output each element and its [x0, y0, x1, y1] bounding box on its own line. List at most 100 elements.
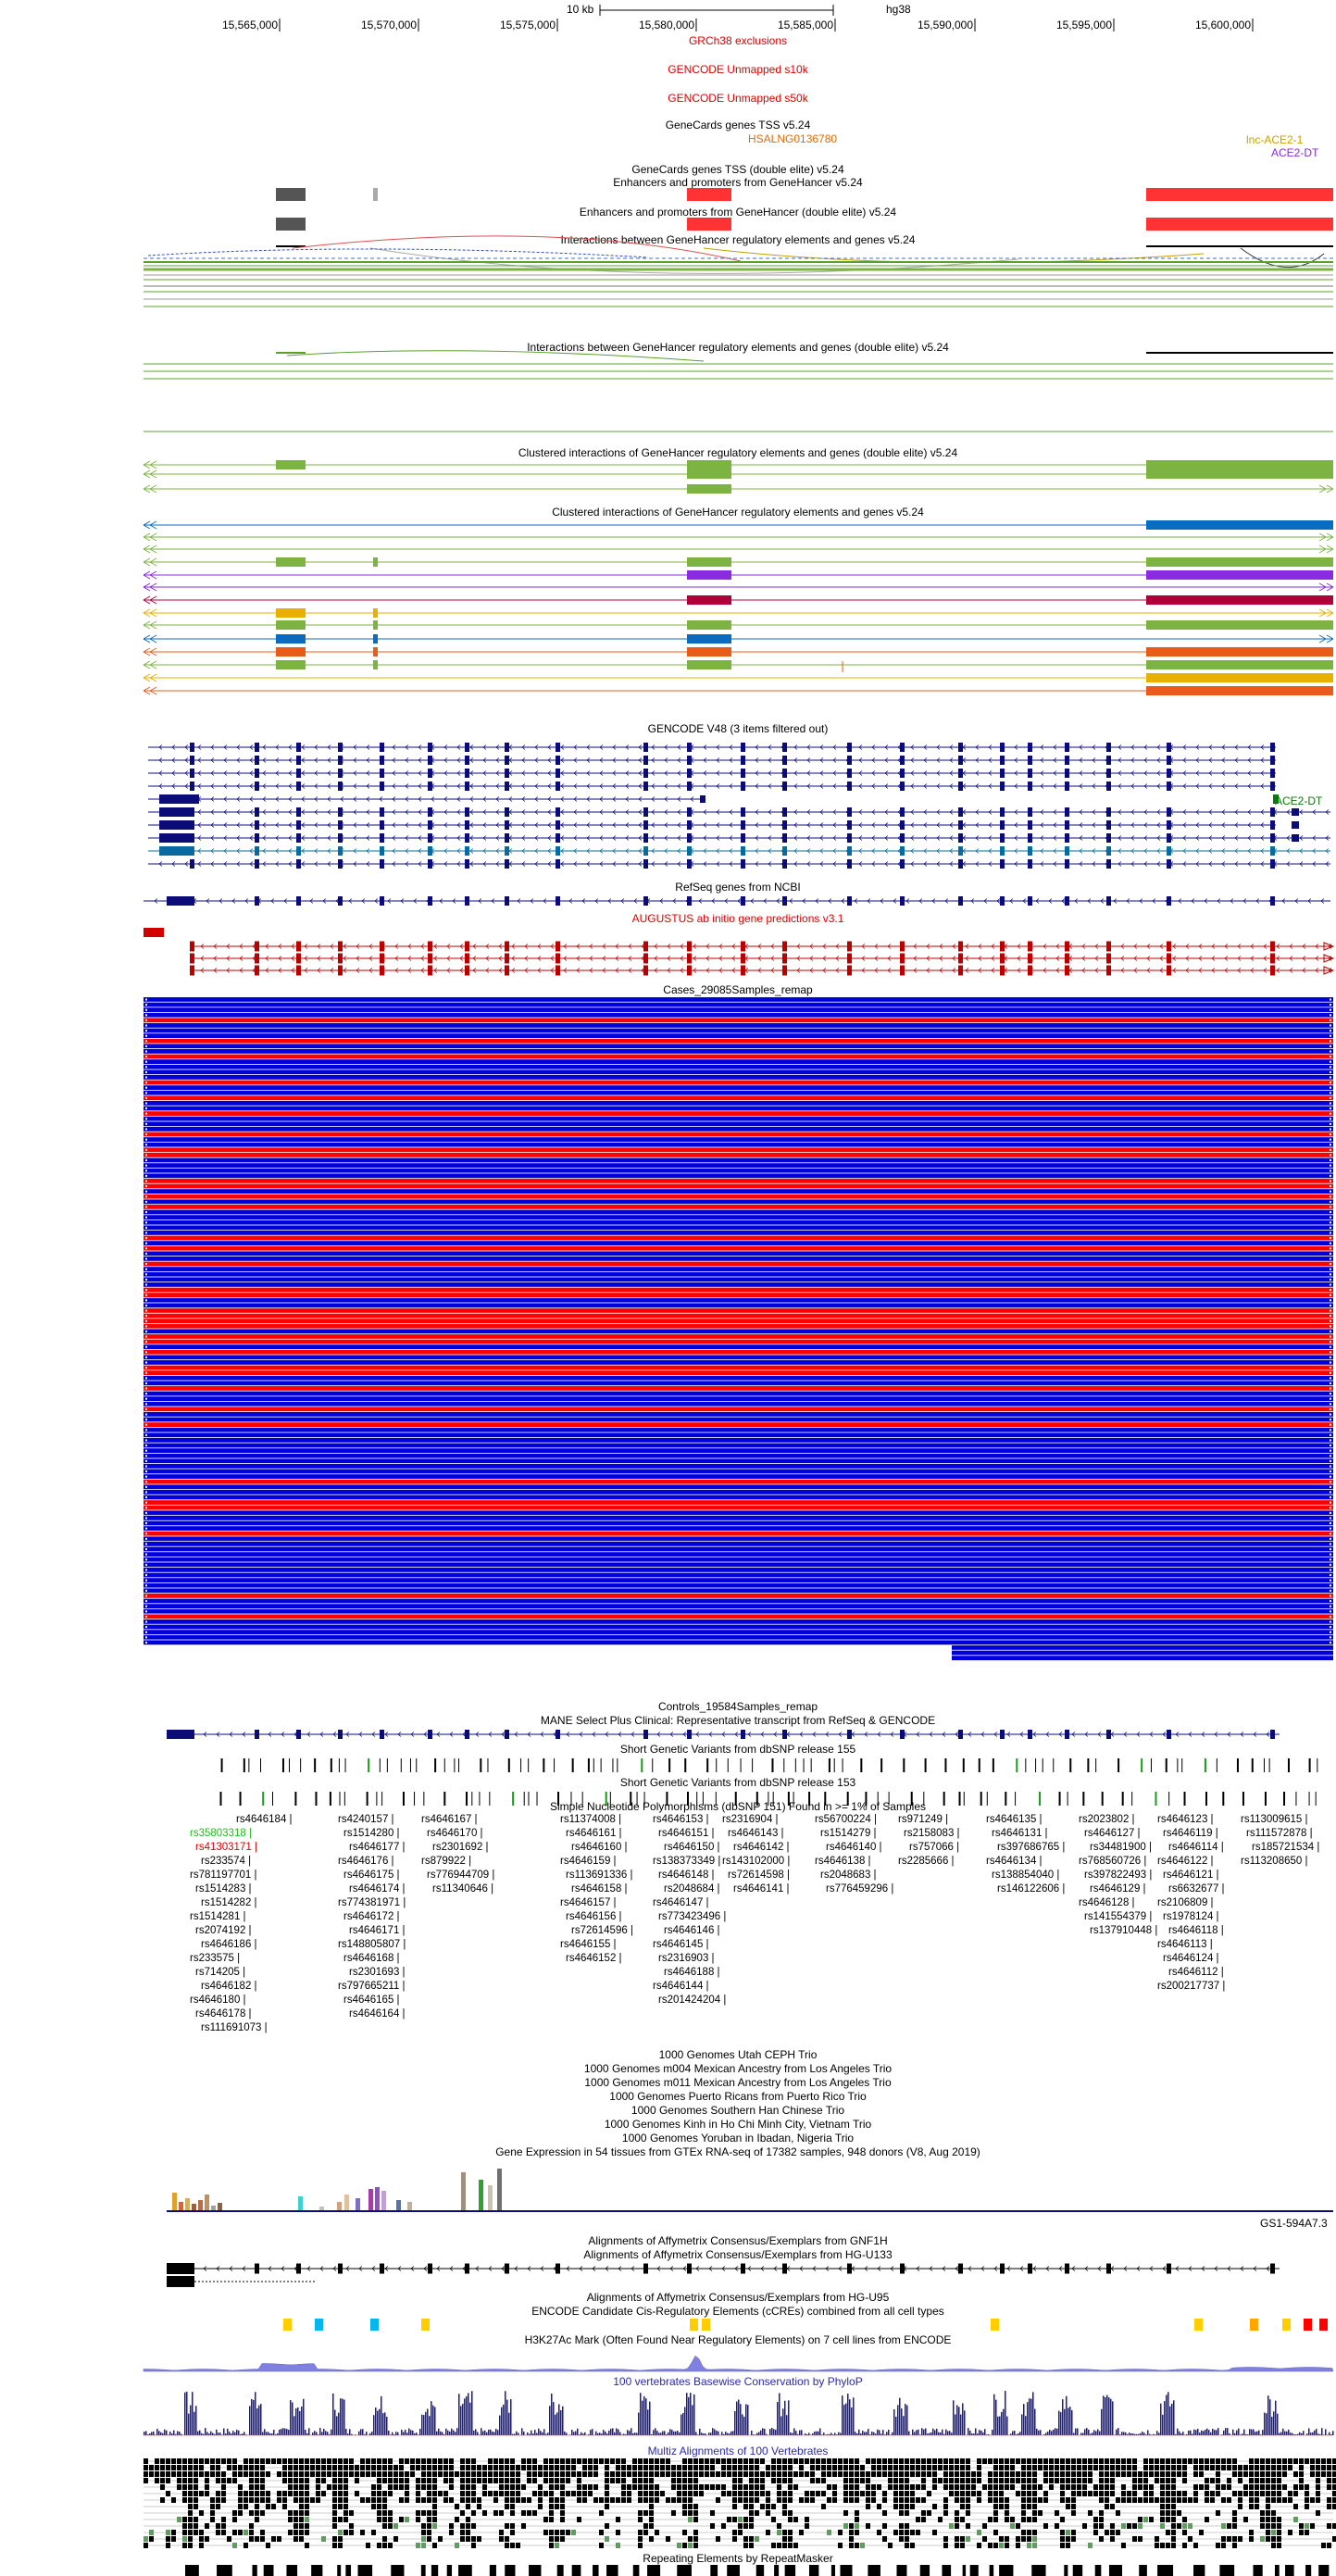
snp-label[interactable]: rs4646182 |: [201, 1980, 268, 1994]
repeatmasker-elements[interactable]: [0, 2565, 1336, 2576]
snp-label[interactable]: rs773423496 |: [658, 1910, 726, 1924]
genehancer-tracks[interactable]: [0, 181, 1336, 459]
h3k27ac-signal[interactable]: [0, 2347, 1336, 2373]
gencode-transcripts[interactable]: [0, 736, 1336, 877]
track-title-mane[interactable]: MANE Select Plus Clinical: Representativ…: [541, 1714, 935, 1727]
snp-label[interactable]: rs4646128 |: [1079, 1896, 1157, 1910]
snp-label[interactable]: rs1514282 |: [201, 1896, 268, 1910]
snp-label[interactable]: rs4646170 |: [427, 1827, 494, 1841]
encode-ccre-elements[interactable]: [0, 2318, 1336, 2332]
dbsnp155-variants[interactable]: [0, 1757, 1336, 1775]
snp-label[interactable]: rs776944709 |: [427, 1869, 494, 1882]
snp-label[interactable]: rs4646178 |: [195, 2007, 268, 2021]
gtex-expression-bars[interactable]: [0, 2159, 1336, 2213]
track-title-gencode-unmapped-10k[interactable]: GENCODE Unmapped s10k: [668, 63, 807, 76]
snp-label[interactable]: rs1514281 |: [190, 1910, 268, 1924]
track-title-augustus[interactable]: AUGUSTUS ab initio gene predictions v3.1: [632, 912, 844, 925]
snp-label[interactable]: rs4646168 |: [343, 1952, 406, 1966]
snp-label[interactable]: rs4646161 |: [566, 1827, 633, 1841]
snp-label[interactable]: rs4646175 |: [343, 1869, 406, 1882]
snp-label[interactable]: rs879922 |: [421, 1855, 494, 1869]
snp-label[interactable]: rs4646180 |: [190, 1994, 268, 2007]
track-title-controls[interactable]: Controls_19584Samples_remap: [658, 1700, 818, 1713]
snp-label[interactable]: rs1514279 |: [820, 1827, 893, 1841]
snp-label[interactable]: rs4646148 |: [658, 1869, 726, 1882]
snp-label[interactable]: rs2301693 |: [349, 1966, 406, 1980]
snp-label[interactable]: rs137910448 |: [1090, 1924, 1157, 1938]
track-title-h3k27ac[interactable]: H3K27Ac Mark (Often Found Near Regulator…: [525, 2333, 952, 2346]
track-title-multiz[interactable]: Multiz Alignments of 100 Vertebrates: [648, 2445, 829, 2457]
track-title-kg-yri[interactable]: 1000 Genomes Yoruban in Ibadan, Nigeria …: [622, 2132, 854, 2145]
snp-label[interactable]: rs4646112 |: [1168, 1966, 1225, 1980]
snp-label-column[interactable]: rs56700224 | rs1514279 | rs4646140 | rs4646…: [815, 1813, 893, 1896]
snp-label[interactable]: rs4646157 |: [560, 1896, 633, 1910]
snp-label[interactable]: rs4646135 |: [986, 1813, 1065, 1827]
snp-label-column[interactable]: rs4646184 |: [236, 1813, 293, 1827]
snp-label[interactable]: rs4646184 |: [236, 1813, 293, 1827]
snp-label[interactable]: rs11374008 |: [560, 1813, 633, 1827]
snp-label[interactable]: rs146122606 |: [997, 1882, 1065, 1896]
snp-label[interactable]: rs72614598 |: [728, 1869, 790, 1882]
snp-label[interactable]: rs4646124 |: [1163, 1952, 1225, 1966]
snp-label[interactable]: rs971249 |: [898, 1813, 960, 1827]
snp-label[interactable]: rs4646171 |: [349, 1924, 406, 1938]
snp-label-column[interactable]: rs4646135 | rs4646131 | rs397686765 | rs464…: [986, 1813, 1065, 1896]
track-title-gtex[interactable]: Gene Expression in 54 tissues from GTEx …: [495, 2145, 980, 2158]
snp-label[interactable]: rs141554379 |: [1084, 1910, 1157, 1924]
snp-label[interactable]: rs2316903 |: [658, 1952, 726, 1966]
snp-label[interactable]: rs185721534 |: [1252, 1841, 1319, 1855]
snp-label[interactable]: rs4646167 |: [421, 1813, 494, 1827]
track-title-grch38-exclusions[interactable]: GRCh38 exclusions: [689, 34, 787, 47]
snp-label[interactable]: rs4646145 |: [653, 1938, 726, 1952]
snp-label[interactable]: rs111691073 |: [201, 2021, 268, 2035]
track-title-kg-m011[interactable]: 1000 Genomes m011 Mexican Ancestry from …: [584, 2076, 891, 2089]
snp-label[interactable]: rs2316904 |: [722, 1813, 790, 1827]
snp-label[interactable]: rs4646119 |: [1163, 1827, 1225, 1841]
feature-hsalng[interactable]: HSALNG0136780: [748, 132, 837, 145]
track-title-gencode-unmapped-50k[interactable]: GENCODE Unmapped s50k: [668, 92, 807, 105]
snp-label[interactable]: rs4646159 |: [560, 1855, 633, 1869]
snp-label[interactable]: rs201424204 |: [658, 1994, 726, 2007]
snp-label[interactable]: rs4646164 |: [349, 2007, 406, 2021]
snp-label[interactable]: rs4646174 |: [349, 1882, 406, 1896]
snp-label-column[interactable]: rs113009615 | rs111572878 | rs185721534 | r…: [1241, 1813, 1319, 1869]
track-title-genecards-tss[interactable]: GeneCards genes TSS v5.24: [666, 119, 811, 131]
snp-label[interactable]: rs4646131 |: [992, 1827, 1065, 1841]
track-title-gnf1h[interactable]: Alignments of Affymetrix Consensus/Exemp…: [588, 2234, 887, 2247]
track-title-repeatmasker[interactable]: Repeating Elements by RepeatMasker: [643, 2552, 832, 2565]
snp-label-column[interactable]: rs4646153 | rs4646151 | rs4646150 | rs13837…: [653, 1813, 726, 2007]
snp-label[interactable]: rs757066 |: [909, 1841, 960, 1855]
track-title-phylop[interactable]: 100 vertebrates Basewise Conservation by…: [613, 2375, 862, 2388]
feature-ace2-dt[interactable]: ACE2-DT: [1271, 146, 1318, 159]
snp-label[interactable]: rs1514280 |: [343, 1827, 406, 1841]
phylop-conservation[interactable]: [0, 2389, 1336, 2445]
snp-label[interactable]: rs4646138 |: [815, 1855, 893, 1869]
snp-label[interactable]: rs2301692 |: [432, 1841, 494, 1855]
affy-alignments[interactable]: [0, 2261, 1336, 2289]
track-title-kg-chs[interactable]: 1000 Genomes Southern Han Chinese Trio: [631, 2104, 844, 2117]
track-title-kg-m004[interactable]: 1000 Genomes m004 Mexican Ancestry from …: [584, 2062, 892, 2075]
feature-gs1-594a7[interactable]: GS1-594A7.3: [1260, 2217, 1328, 2230]
snp-label[interactable]: rs4646118 |: [1168, 1924, 1225, 1938]
snp-label-column[interactable]: rs11374008 | rs4646161 | rs4646160 | rs4646…: [560, 1813, 633, 1966]
snp-label[interactable]: rs4646129 |: [1090, 1882, 1157, 1896]
snp-label[interactable]: rs4646146 |: [664, 1924, 726, 1938]
snp-label[interactable]: rs2074192 |: [195, 1924, 268, 1938]
multiz-alignments[interactable]: [0, 2458, 1336, 2554]
snp-label-column[interactable]: rs2023802 | rs4646127 | rs34481900 | rs7685…: [1079, 1813, 1157, 1938]
refseq-transcript[interactable]: [0, 894, 1336, 908]
snp-label[interactable]: rs4646141 |: [733, 1882, 790, 1896]
track-title-dbsnp155[interactable]: Short Genetic Variants from dbSNP releas…: [620, 1743, 855, 1756]
snp-label[interactable]: rs4646122 |: [1157, 1855, 1225, 1869]
track-title-cases[interactable]: Cases_29085Samples_remap: [663, 983, 812, 996]
snp-label[interactable]: rs233575 |: [190, 1952, 268, 1966]
snp-label[interactable]: rs776459296 |: [826, 1882, 893, 1896]
snp-label[interactable]: rs4646156 |: [566, 1910, 633, 1924]
cases-remap-track[interactable]: [0, 997, 1336, 1696]
snp-label[interactable]: rs4646186 |: [201, 1938, 268, 1952]
snp-label[interactable]: rs4646150 |: [664, 1841, 726, 1855]
track-title-u95[interactable]: Alignments of Affymetrix Consensus/Exemp…: [587, 2291, 890, 2304]
mane-transcript[interactable]: [0, 1727, 1336, 1742]
snp-label[interactable]: rs233574 |: [201, 1855, 268, 1869]
snp-label[interactable]: rs4646140 |: [826, 1841, 893, 1855]
